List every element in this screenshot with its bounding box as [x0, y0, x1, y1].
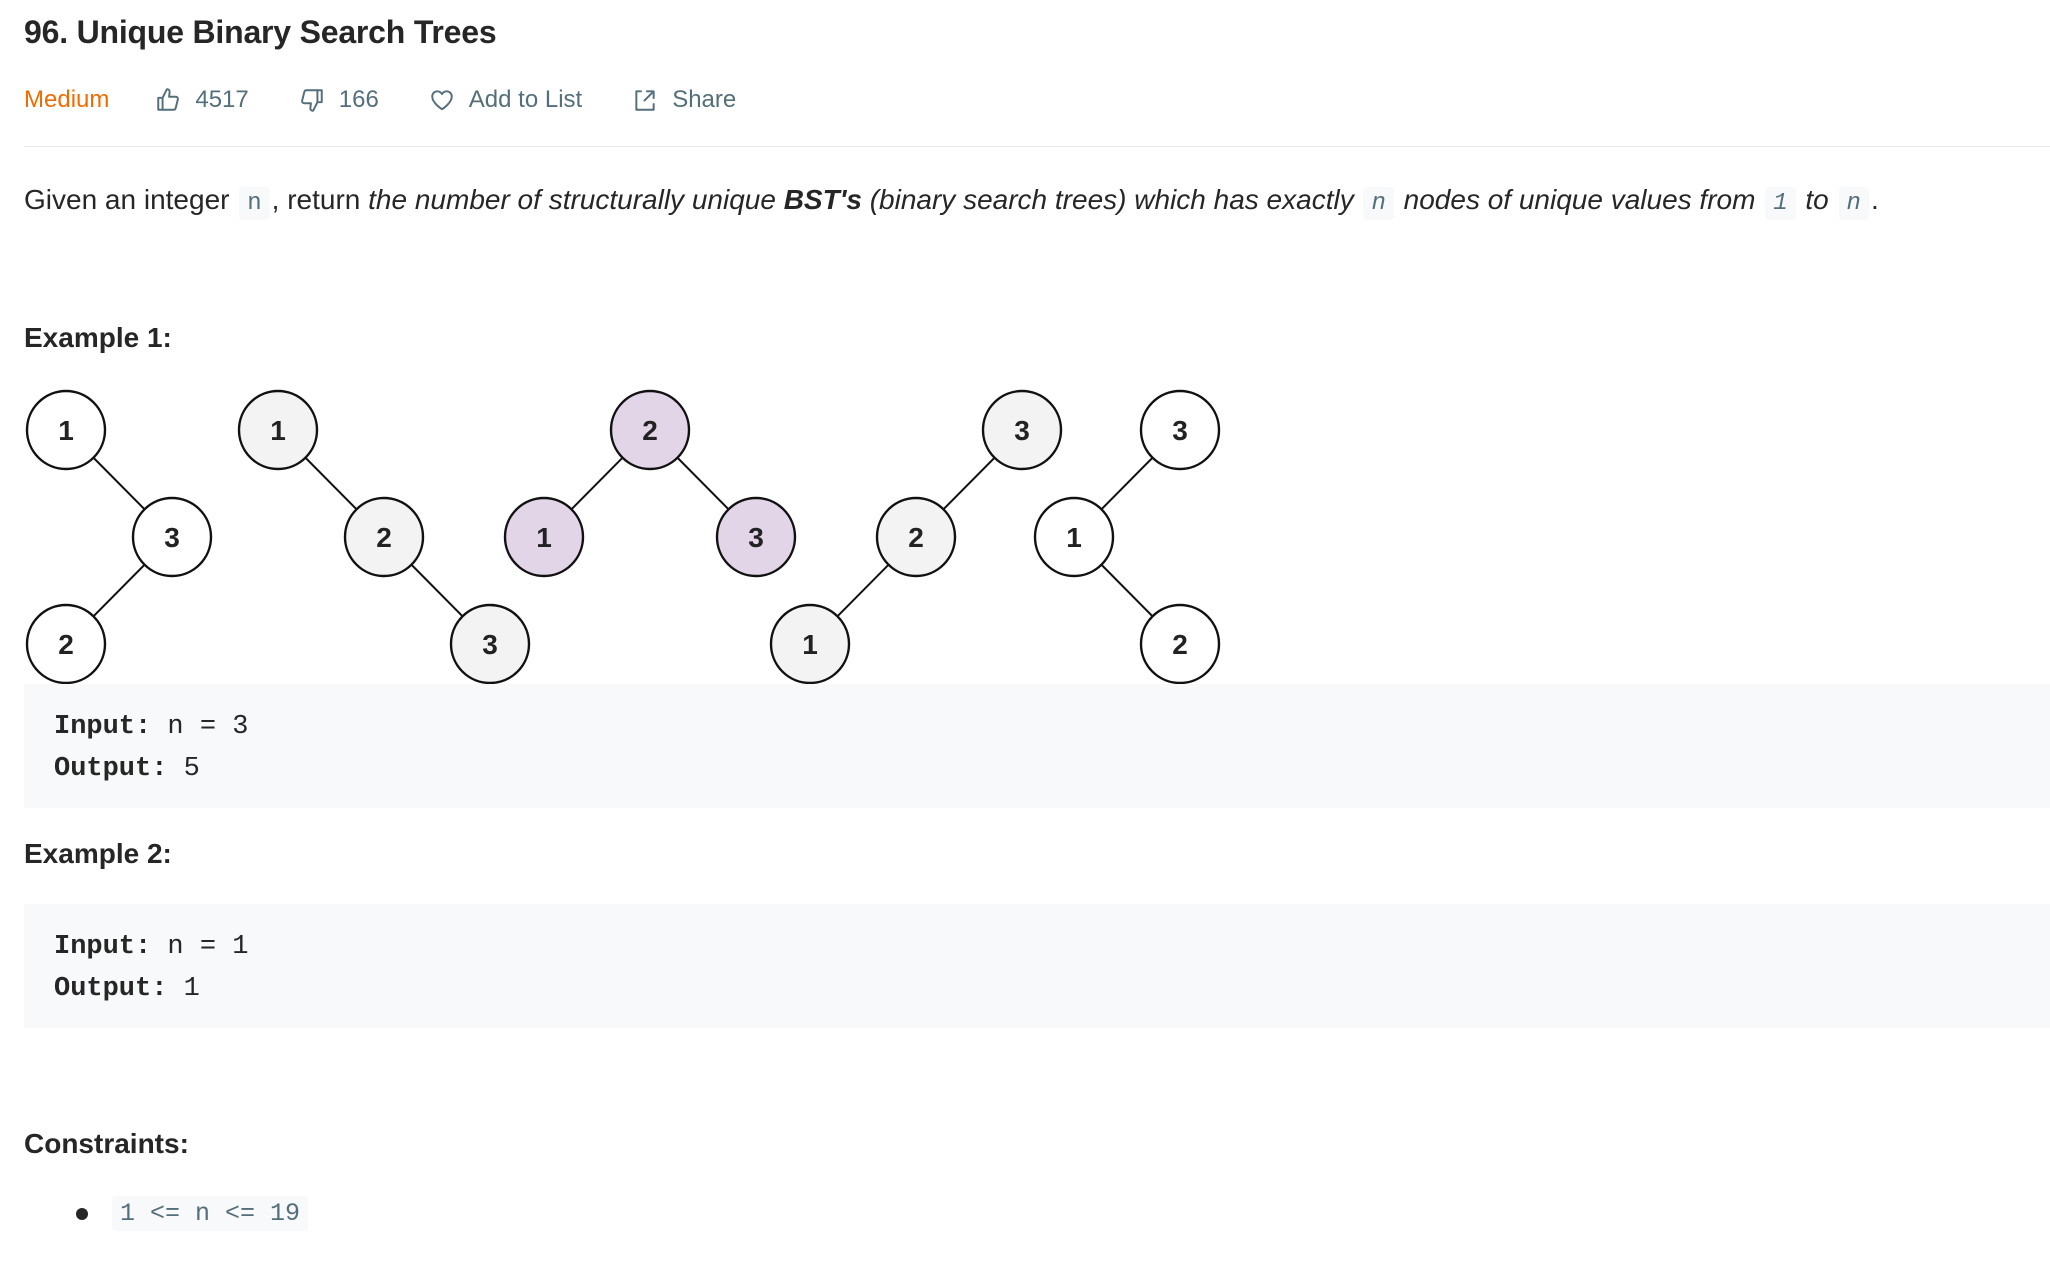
inline-code: n — [1838, 187, 1869, 220]
desc-text: . — [1870, 184, 1879, 215]
example-1-output-line: Output: 5 — [54, 748, 2020, 790]
tree-node-label: 3 — [748, 522, 764, 553]
tree-node-label: 3 — [1172, 415, 1188, 446]
tree-node-label: 1 — [536, 522, 552, 553]
tree-node: 3 — [981, 389, 1063, 471]
desc-italic-text: to — [1797, 184, 1837, 215]
thumbs-up-icon — [157, 88, 180, 111]
tree-node: 1 — [237, 389, 319, 471]
example-2-code-block: Input: n = 1 Output: 1 — [24, 904, 2050, 1028]
tree-node-label: 1 — [270, 415, 286, 446]
desc-italic: the number of structurally unique BST's … — [368, 184, 1871, 220]
output-label: Output: — [54, 754, 168, 784]
inline-code: n — [239, 187, 270, 220]
input-label: Input: — [54, 932, 152, 962]
tree-nodes: 1 3 2 1 2 3 2 1 3 3 2 1 3 1 2 — [25, 389, 1221, 685]
tree-node: 2 — [343, 496, 425, 578]
tree-node: 2 — [1139, 603, 1221, 685]
example-2-heading: Example 2: — [24, 838, 172, 869]
thumbs-down-icon — [300, 89, 323, 112]
tree-node: 3 — [715, 496, 797, 578]
bst-trees-diagram: 1 3 2 1 2 3 2 1 3 3 2 1 3 1 2 — [25, 389, 1221, 685]
tree-node-label: 2 — [1172, 629, 1188, 660]
difficulty-badge: Medium — [24, 86, 110, 113]
output-value: 1 — [167, 974, 200, 1004]
example-1-heading: Example 1: — [24, 322, 172, 353]
desc-italic-text: nodes of unique values from — [1395, 184, 1764, 215]
inline-code: 1 — [1765, 187, 1796, 220]
tree-node-label: 3 — [164, 522, 180, 553]
example-1-code-block: Input: n = 3 Output: 5 — [24, 684, 2050, 808]
tree-node: 2 — [25, 603, 107, 685]
tree-node: 3 — [449, 603, 531, 685]
example-2-output-line: Output: 1 — [54, 968, 2020, 1010]
example-2-input-line: Input: n = 1 — [54, 926, 2020, 968]
share-icon — [635, 90, 655, 111]
tree-node-label: 3 — [1014, 415, 1030, 446]
desc-italic-text: the number of structurally unique — [368, 184, 784, 215]
tree-node: 2 — [609, 389, 691, 471]
share-label: Share — [672, 86, 737, 113]
tree-node-label: 2 — [908, 522, 924, 553]
input-label: Input: — [54, 712, 152, 742]
like-button[interactable]: 4517 — [155, 86, 249, 114]
tree-node: 1 — [769, 603, 851, 685]
tree-node: 1 — [503, 496, 585, 578]
dislike-count: 166 — [338, 86, 379, 113]
tree-node: 1 — [25, 389, 107, 471]
like-count: 4517 — [195, 86, 249, 113]
input-value: n = 3 — [151, 712, 249, 742]
output-value: 5 — [167, 754, 200, 784]
tree-node: 3 — [1139, 389, 1221, 471]
dislike-button[interactable]: 166 — [299, 86, 379, 114]
tree-node-label: 2 — [376, 522, 392, 553]
tree-node-label: 1 — [1066, 522, 1082, 553]
example-1-input-line: Input: n = 3 — [54, 706, 2020, 748]
header-divider — [24, 146, 2050, 147]
tree-node-label: 3 — [482, 629, 498, 660]
desc-bold: BST's — [783, 184, 862, 215]
constraint-code: 1 <= n <= 19 — [112, 1196, 309, 1231]
input-value: n = 1 — [151, 932, 249, 962]
tree-node: 2 — [875, 496, 957, 578]
bullet-icon — [76, 1207, 88, 1220]
desc-text: , return — [271, 184, 369, 215]
problem-description: Given an integer n, return the number of… — [24, 180, 1879, 224]
tree-node-label: 2 — [642, 415, 658, 446]
constraints-heading: Constraints: — [24, 1128, 189, 1159]
output-label: Output: — [54, 974, 168, 1004]
tree-node-label: 1 — [802, 629, 818, 660]
add-to-list-label: Add to List — [468, 86, 583, 113]
tree-node: 1 — [1033, 496, 1115, 578]
tree-node-label: 2 — [58, 629, 74, 660]
problem-title: 96. Unique Binary Search Trees — [24, 14, 497, 50]
desc-italic-text: (binary search trees) which has exactly — [861, 184, 1362, 215]
constraint-list-item: 1 <= n <= 19 — [76, 1196, 310, 1231]
heart-icon — [431, 90, 453, 111]
inline-code: n — [1363, 187, 1394, 220]
tree-node: 3 — [131, 496, 213, 578]
problem-meta-bar: Medium 4517 166 Add to List Share — [24, 82, 786, 118]
share-button[interactable]: Share — [632, 86, 736, 114]
tree-node-label: 1 — [58, 415, 74, 446]
add-to-list-button[interactable]: Add to List — [429, 86, 582, 114]
desc-text: Given an integer — [24, 184, 238, 215]
